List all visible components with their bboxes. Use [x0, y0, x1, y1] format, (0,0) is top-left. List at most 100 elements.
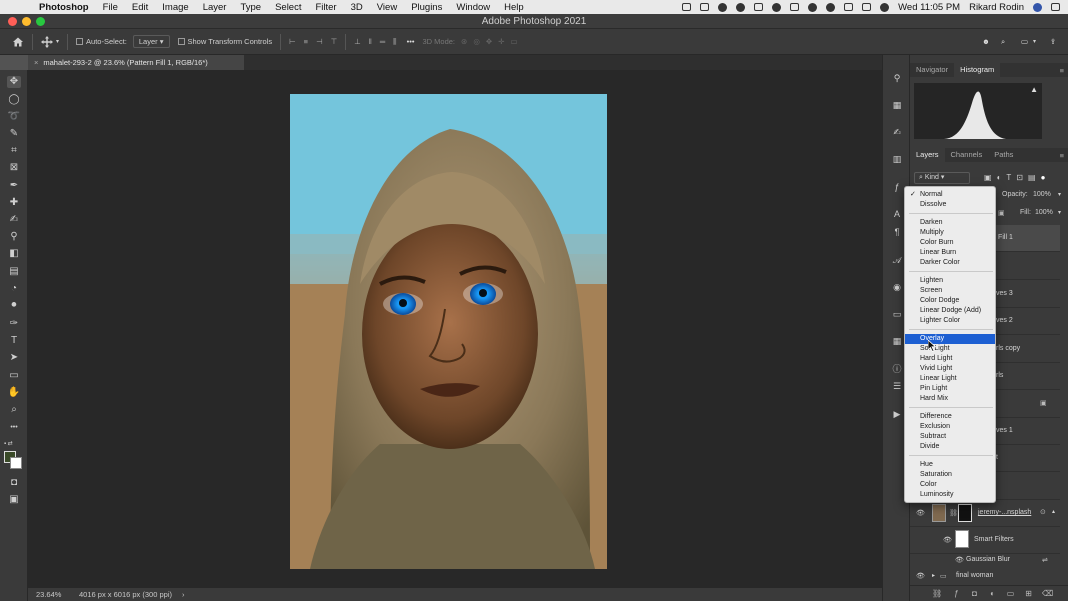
swap-colors-icon[interactable]: ▪ ⇄	[4, 440, 24, 448]
clone-stamp-tool-icon[interactable]: ⚲	[7, 231, 21, 243]
adjustment-filter-icon[interactable]: ◐	[997, 173, 1002, 182]
tab-navigator[interactable]: Navigator	[910, 63, 954, 77]
blend-mode-option[interactable]: Linear Light	[905, 374, 995, 384]
new-layer-icon[interactable]: ⊞	[1024, 589, 1033, 598]
trash-icon[interactable]: ⌫	[1042, 589, 1053, 598]
eyedropper-tool-icon[interactable]: ✒	[7, 180, 21, 192]
share-icon[interactable]: ⇪	[1050, 37, 1056, 46]
status-menu-arrow[interactable]: ›	[182, 588, 185, 601]
timeline-panel-icon[interactable]: ▭	[890, 307, 904, 321]
type-tool-icon[interactable]: T	[7, 335, 21, 347]
align-bottom-icon[interactable]: ⊥	[354, 37, 361, 46]
menu-plugins[interactable]: Plugins	[411, 2, 442, 13]
layer-row-smart-object[interactable]: 👁 ⛓ jeremy-...nsplash ⊙ ▴	[910, 500, 1060, 527]
user-icon[interactable]: ☻	[982, 37, 990, 46]
3d-panel-icon[interactable]: ◉	[890, 280, 904, 294]
lasso-tool-icon[interactable]: ➰	[7, 111, 21, 123]
blend-mode-option[interactable]: Color Dodge	[905, 296, 995, 306]
3d-pan-icon[interactable]: ✥	[486, 37, 492, 46]
smart-filters-row[interactable]: 👁 Smart Filters	[910, 527, 1060, 554]
glyphs-panel-icon[interactable]: 𝒜	[890, 253, 904, 267]
brush-tool-icon[interactable]: ✍	[7, 214, 21, 226]
link-layers-icon[interactable]: ⛓	[932, 589, 942, 598]
tab-histogram[interactable]: Histogram	[954, 63, 1001, 77]
distribute-vertical-icon[interactable]: ═	[380, 37, 385, 46]
path-select-tool-icon[interactable]: ➤	[7, 352, 21, 364]
layer-filter-kind-select[interactable]: ⌕ Kind ▾	[914, 171, 970, 184]
blend-mode-option[interactable]: Exclusion	[905, 422, 995, 432]
menu-window[interactable]: Window	[456, 2, 490, 13]
healing-brush-tool-icon[interactable]: ✚	[7, 197, 21, 209]
bluetooth-icon[interactable]	[808, 2, 818, 12]
background-color-swatch[interactable]	[10, 457, 22, 469]
swatches-panel-icon[interactable]: ▦	[890, 98, 904, 112]
3d-orbit-icon[interactable]: ⊛	[461, 37, 467, 46]
eraser-tool-icon[interactable]: ◧	[7, 248, 21, 260]
opacity-value[interactable]: 100%	[1033, 191, 1051, 198]
info-panel-icon[interactable]: ⓘ	[890, 362, 904, 376]
blend-mode-option[interactable]: Hue	[905, 460, 995, 470]
minimize-window-icon[interactable]	[22, 17, 31, 26]
pen-tool-icon[interactable]: ✑	[7, 318, 21, 330]
menubar-clock[interactable]: Wed 11:05 PM	[898, 2, 960, 13]
blend-mode-option[interactable]: Pin Light	[905, 384, 995, 394]
actions-panel-icon[interactable]: ▶	[890, 407, 904, 421]
chevron-down-icon[interactable]: ▾	[1033, 38, 1036, 45]
character-panel-icon[interactable]: A	[890, 207, 904, 221]
quick-select-tool-icon[interactable]: ✎	[7, 128, 21, 140]
menubar-user[interactable]: Rikard Rodin	[969, 2, 1024, 13]
menu-edit[interactable]: Edit	[132, 2, 148, 13]
filter-toggle-icon[interactable]: ●	[1041, 173, 1046, 182]
home-icon[interactable]	[12, 36, 24, 48]
link-icon[interactable]: ⛓	[949, 509, 958, 517]
chevron-down-icon[interactable]: ▾	[1058, 191, 1061, 198]
menu-3d[interactable]: 3D	[351, 2, 363, 13]
paragraph-panel-icon[interactable]: ¶	[890, 225, 904, 239]
panel-menu-icon[interactable]: ≡	[1060, 66, 1064, 75]
adjustment-layer-icon[interactable]: ◐	[988, 589, 997, 598]
align-left-icon[interactable]: ⊢	[289, 37, 296, 46]
more-options-icon[interactable]: •••	[407, 37, 415, 46]
volume-icon[interactable]	[844, 3, 854, 11]
add-mask-icon[interactable]: ◘	[970, 589, 979, 598]
chevron-right-icon[interactable]: ▸	[932, 572, 935, 579]
warning-icon[interactable]: ▲	[1030, 85, 1038, 94]
hand-tool-icon[interactable]: ✋	[7, 387, 21, 399]
document-tab[interactable]: × mahalet-293-2 @ 23.6% (Pattern Fill 1, …	[28, 55, 244, 70]
blend-mode-option[interactable]: Luminosity	[905, 490, 995, 500]
quick-mask-icon[interactable]: ◘	[7, 477, 21, 489]
3d-scale-icon[interactable]: ▭	[510, 37, 517, 46]
visibility-eye-icon[interactable]: 👁	[955, 556, 964, 564]
more-tools-icon[interactable]: •••	[7, 422, 21, 434]
blend-mode-option[interactable]: Darker Color	[905, 258, 995, 268]
blend-mode-option[interactable]: Color	[905, 480, 995, 490]
chevron-up-icon[interactable]: ▴	[1052, 508, 1055, 515]
wifi-icon[interactable]	[880, 2, 890, 12]
lock-icon[interactable]: ▣	[998, 209, 1005, 217]
menu-view[interactable]: View	[377, 2, 397, 13]
align-center-icon[interactable]: ≡	[304, 37, 308, 46]
tab-channels[interactable]: Channels	[945, 148, 989, 162]
zoom-window-icon[interactable]	[36, 17, 45, 26]
blend-mode-option[interactable]: Vivid Light	[905, 364, 995, 374]
blend-mode-option[interactable]: Hard Light	[905, 354, 995, 364]
status-icon[interactable]	[700, 3, 710, 11]
close-tab-icon[interactable]: ×	[34, 58, 38, 67]
dodge-tool-icon[interactable]: ⚫	[7, 300, 21, 312]
siri-icon[interactable]	[1033, 2, 1042, 12]
tab-paths[interactable]: Paths	[988, 148, 1019, 162]
clock-status-icon[interactable]	[826, 2, 836, 12]
crop-tool-icon[interactable]: ⌗	[7, 145, 21, 157]
blend-mode-option[interactable]: Linear Dodge (Add)	[905, 306, 995, 316]
menu-file[interactable]: File	[103, 2, 118, 13]
blend-mode-option[interactable]: Lighten	[905, 276, 995, 286]
3d-slide-icon[interactable]: ✛	[498, 37, 504, 46]
layer-mask-thumbnail[interactable]	[958, 504, 972, 522]
distribute-spacing-icon[interactable]: ⫼	[393, 37, 396, 47]
3d-roll-icon[interactable]: ◎	[473, 37, 480, 46]
blend-mode-option[interactable]: Multiply	[905, 228, 995, 238]
workspace-icon[interactable]: ▭	[1021, 37, 1028, 46]
blend-mode-option[interactable]: Divide	[905, 442, 995, 452]
distribute-icon[interactable]: ‖	[369, 37, 372, 46]
styles-panel-icon[interactable]: ƒ	[890, 180, 904, 194]
